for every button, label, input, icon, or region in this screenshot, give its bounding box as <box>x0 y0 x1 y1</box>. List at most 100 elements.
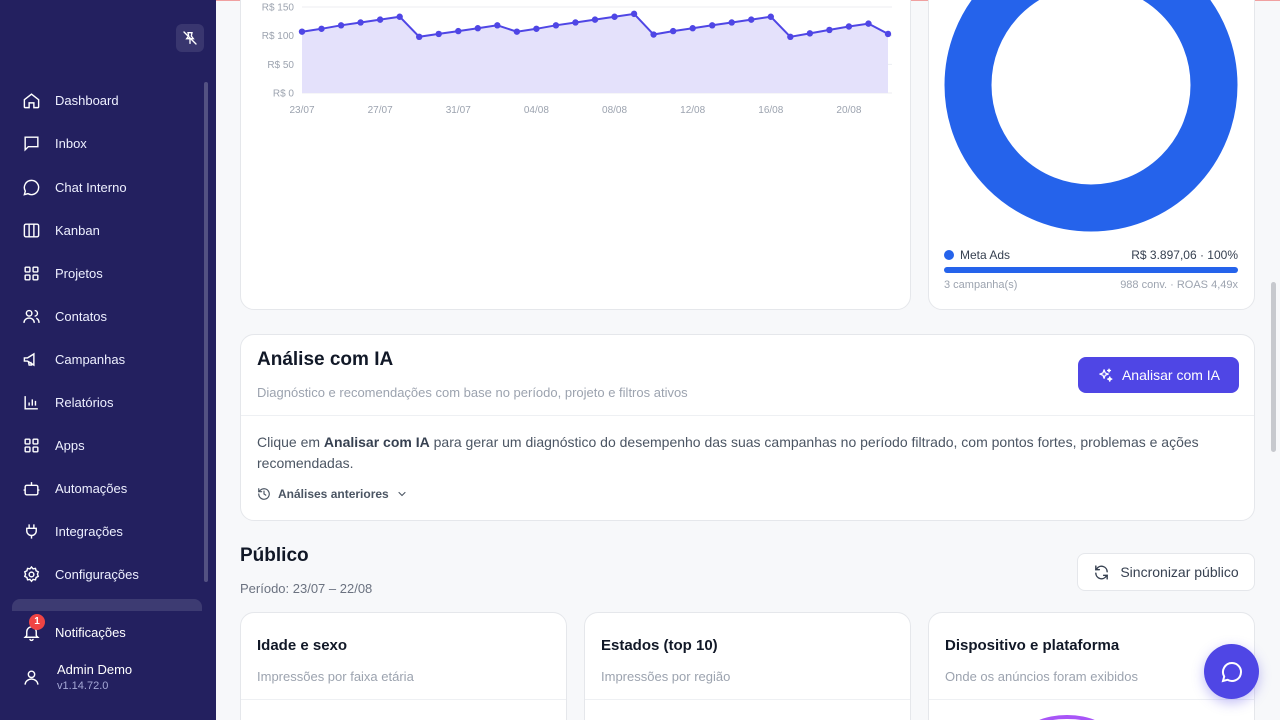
sidebar-item-label: Kanban <box>55 222 100 238</box>
chart-data-point[interactable] <box>787 33 794 41</box>
chart-data-point[interactable] <box>435 30 442 38</box>
x-tick-label: 08/08 <box>602 105 627 116</box>
chart-data-point[interactable] <box>533 25 540 32</box>
chart-data-point[interactable] <box>709 22 716 29</box>
chart-data-point[interactable] <box>298 28 306 35</box>
chart-data-point[interactable] <box>884 30 892 38</box>
history-icon <box>258 488 270 500</box>
chart-data-point[interactable] <box>552 22 560 29</box>
chart-data-point[interactable] <box>826 26 833 34</box>
legend-value: R$ 3.897,06 · 100% <box>1131 248 1238 262</box>
sync-audience-button[interactable]: Sincronizar público <box>1077 553 1255 591</box>
chart-data-point[interactable] <box>376 16 384 23</box>
sidebar-item-chat-interno[interactable]: Chat Interno <box>12 169 200 205</box>
chart-data-point[interactable] <box>357 19 364 26</box>
chart-data-point[interactable] <box>455 27 462 35</box>
sidebar-item-label: Apps <box>55 437 85 453</box>
y-tick-label: R$ 50 <box>267 60 294 71</box>
sidebar-item-label: Notificações <box>55 624 126 640</box>
donut-legend-row: Meta Ads R$ 3.897,06 · 100% <box>944 248 1238 262</box>
chart-data-point[interactable] <box>611 13 618 20</box>
sidebar-scrollbar[interactable] <box>204 82 208 582</box>
chevron-down-icon <box>398 491 406 497</box>
chart-data-point[interactable] <box>748 16 755 23</box>
sidebar-item-label: Inbox <box>55 135 87 151</box>
sparkles-icon <box>1099 367 1113 382</box>
donut-slice-meta-ads[interactable] <box>944 0 1238 232</box>
sidebar-item-kanban[interactable]: Kanban <box>12 212 200 248</box>
chart-data-point[interactable] <box>689 25 696 32</box>
sidebar-item-label: Chat Interno <box>55 179 127 195</box>
chart-data-point[interactable] <box>767 13 774 20</box>
plug-icon <box>26 523 37 539</box>
sidebar-item-campanhas[interactable]: Campanhas <box>12 341 200 377</box>
legend-label: Meta Ads <box>960 248 1011 262</box>
sidebar-item-inbox[interactable]: Inbox <box>12 125 200 161</box>
chart-data-point[interactable] <box>591 16 599 23</box>
divider <box>241 699 566 700</box>
ai-analysis-instructions: Clique em Analisar com IA para gerar um … <box>257 434 1199 471</box>
chat-icon <box>23 179 40 196</box>
chart-data-point[interactable] <box>630 10 638 18</box>
instructions-highlight: Analisar com IA <box>323 434 430 450</box>
chart-data-point[interactable] <box>728 19 735 26</box>
sidebar-item-dashboard[interactable]: Dashboard <box>12 82 200 118</box>
chart-data-point[interactable] <box>318 25 325 32</box>
refresh-icon <box>1095 564 1109 580</box>
y-tick-label: R$ 100 <box>262 31 295 42</box>
age-gender-card: Idade e sexo Impressões por faixa etária <box>240 612 567 720</box>
chart-data-point[interactable] <box>494 22 501 29</box>
user-profile[interactable]: Admin Demo v1.14.72.0 <box>22 662 132 692</box>
card-title: Dispositivo e plataforma <box>945 637 1120 654</box>
ai-analysis-subtitle: Diagnóstico e recomendações com base no … <box>257 385 688 400</box>
top-states-card: Estados (top 10) Impressões por região <box>584 612 911 720</box>
chart-data-point[interactable] <box>513 28 521 35</box>
analyze-button-label: Analisar com IA <box>1121 367 1221 383</box>
unpin-sidebar-button[interactable] <box>176 24 204 52</box>
chart-data-point[interactable] <box>865 20 872 27</box>
sidebar-item-automacoes[interactable]: Automações <box>12 470 200 506</box>
sidebar-item-notificacoes[interactable]: 1 Notificações <box>12 613 200 650</box>
chart-data-point[interactable] <box>416 33 423 41</box>
sidebar-item-label: Relatórios <box>55 394 114 410</box>
chart-data-point[interactable] <box>337 22 345 29</box>
conversion-stats: 988 conv. · ROAS 4,49x <box>1120 279 1238 291</box>
app-version: v1.14.72.0 <box>57 680 109 692</box>
divider <box>585 699 910 700</box>
audience-section-title: Público <box>240 545 309 566</box>
main-scrollbar[interactable] <box>1271 282 1276 452</box>
chat-support-button[interactable] <box>1204 644 1259 699</box>
x-tick-label: 23/07 <box>289 105 314 116</box>
chart-data-point[interactable] <box>396 13 403 20</box>
divider <box>929 699 1254 700</box>
previous-analyses-label: Análises anteriores <box>278 487 389 501</box>
sidebar-item-apps[interactable]: Apps <box>12 427 200 463</box>
sidebar-item-contatos[interactable]: Contatos <box>12 298 200 334</box>
sidebar-item-relatorios[interactable]: Relatórios <box>12 384 200 420</box>
sidebar-item-projetos[interactable]: Projetos <box>12 255 200 291</box>
chart-data-point[interactable] <box>650 31 657 38</box>
analyze-with-ai-button[interactable]: Analisar com IA <box>1078 357 1239 393</box>
sidebar-item-label: Contatos <box>55 308 108 324</box>
sidebar-item-label: Dashboard <box>55 92 119 108</box>
x-tick-label: 31/07 <box>446 105 471 116</box>
chart-data-point[interactable] <box>474 25 481 32</box>
bot-icon <box>23 481 40 496</box>
card-title: Estados (top 10) <box>601 637 718 654</box>
sidebar-item-integracoes[interactable]: Integrações <box>12 513 200 549</box>
sidebar-item-label: Campanhas <box>55 351 126 367</box>
previous-analyses-toggle[interactable]: Análises anteriores <box>257 487 408 501</box>
sidebar: Dashboard Inbox Chat Interno Kanban Proj… <box>0 0 216 720</box>
y-tick-label: R$ 150 <box>262 3 295 14</box>
chart-data-point[interactable] <box>806 30 814 37</box>
chart-data-point[interactable] <box>572 19 579 26</box>
legend-dot <box>944 250 954 260</box>
x-tick-label: 27/07 <box>368 105 393 116</box>
chart-data-point[interactable] <box>669 27 677 35</box>
platform-donut-chart <box>944 0 1238 232</box>
sidebar-item-configuracoes[interactable]: Configurações <box>12 556 200 592</box>
chart-data-point[interactable] <box>845 23 853 30</box>
divider <box>241 415 1254 416</box>
user-icon <box>24 669 39 685</box>
y-tick-label: R$ 0 <box>273 89 295 100</box>
